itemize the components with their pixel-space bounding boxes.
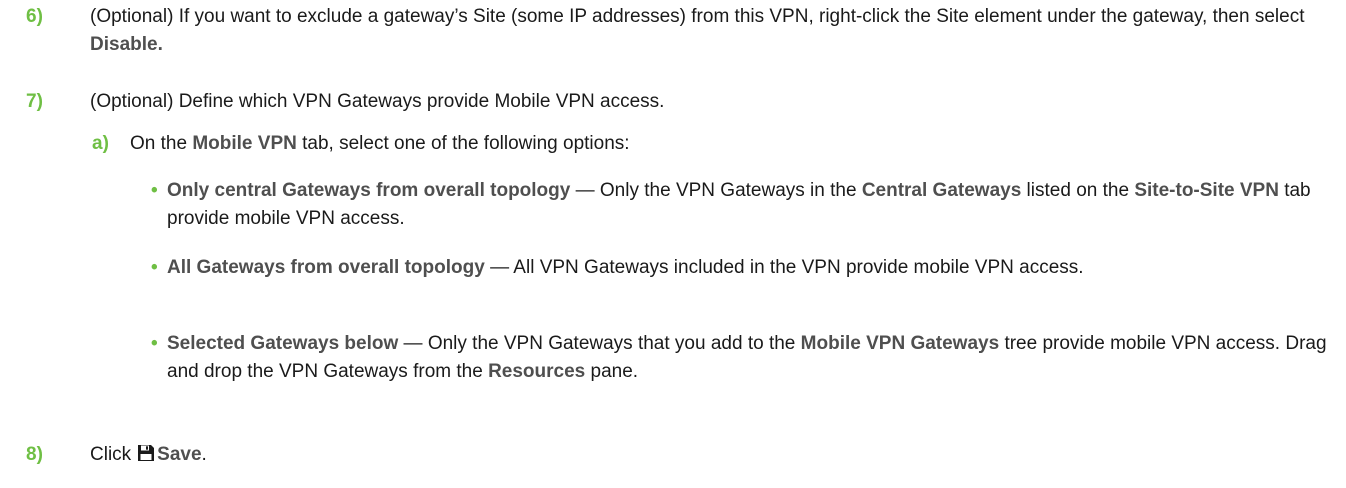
step-number: 8) [26, 444, 43, 465]
bullet-dot: • [151, 180, 158, 201]
step-text: Click Save. [90, 441, 1320, 471]
option-name: Selected Gateways below [167, 333, 399, 354]
step-number: 6) [26, 6, 43, 27]
ui-term-mobile-vpn-gateways: Mobile VPN Gateways [800, 333, 1000, 354]
ui-term-central-gateways: Central Gateways [861, 180, 1022, 201]
ui-term-disable: Disable. [90, 34, 163, 55]
option-text: All Gateways from overall topology — All… [167, 257, 1084, 278]
substep-text: On the Mobile VPN tab, select one of the… [130, 133, 630, 154]
option-name: Only central Gateways from overall topol… [167, 180, 571, 201]
ui-term-mobile-vpn: Mobile VPN [192, 133, 297, 154]
bullet-dot: • [151, 257, 158, 278]
option-text: Selected Gateways below — Only the VPN G… [167, 333, 1327, 382]
ui-term-save: Save [157, 444, 202, 465]
step-text: (Optional) If you want to exclude a gate… [90, 3, 1320, 59]
save-icon [137, 443, 155, 471]
option-text: Only central Gateways from overall topol… [167, 180, 1311, 229]
ui-term-site-to-site-vpn: Site-to-Site VPN [1134, 180, 1279, 201]
substep-letter: a) [92, 133, 109, 154]
bullet-dot: • [151, 333, 158, 354]
step-number: 7) [26, 91, 43, 112]
step-text: (Optional) Define which VPN Gateways pro… [90, 91, 665, 112]
ui-term-resources: Resources [488, 361, 586, 382]
option-name: All Gateways from overall topology [167, 257, 485, 278]
step-text-pre: (Optional) If you want to exclude a gate… [90, 6, 1305, 27]
